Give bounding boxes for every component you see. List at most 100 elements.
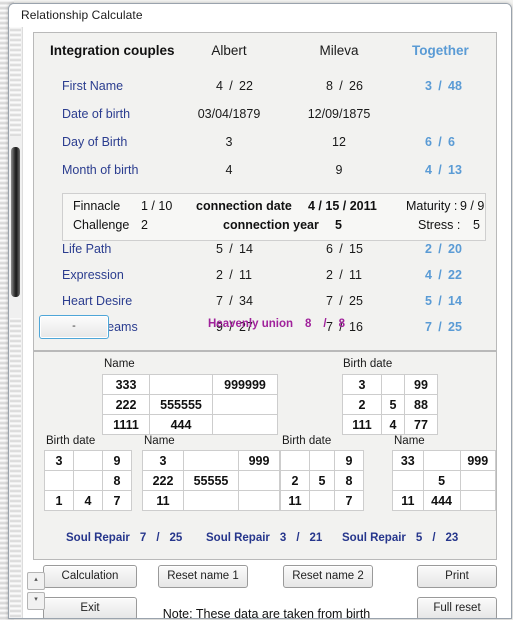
grid-cell[interactable]: 333 bbox=[102, 374, 150, 395]
minus-button[interactable]: - bbox=[39, 315, 109, 339]
grid-cell[interactable]: 3 bbox=[342, 374, 382, 395]
grid-cell[interactable] bbox=[212, 394, 278, 415]
table-row: Life Path 5/14 6/15 2/20 bbox=[34, 242, 496, 270]
grid-cell[interactable]: 2 bbox=[280, 470, 310, 491]
grid-cell[interactable]: 7 bbox=[102, 490, 132, 511]
grid-cell[interactable]: 444 bbox=[422, 490, 461, 511]
cell-together-month-of-birth: 4/13 bbox=[425, 163, 462, 177]
soul-repair-sep: / bbox=[432, 532, 436, 544]
squares-panel: Name 333 999999 222 555555 1111 444 Birt… bbox=[33, 351, 497, 560]
grid-cell[interactable] bbox=[238, 470, 280, 491]
grid-cell[interactable]: 555555 bbox=[149, 394, 213, 415]
grid-cell[interactable]: 4 bbox=[381, 414, 405, 435]
grid-cell[interactable]: 99 bbox=[404, 374, 438, 395]
grid-cell[interactable]: 8 bbox=[102, 470, 132, 491]
client-area: Integration couples Albert Mileva Togeth… bbox=[23, 27, 510, 618]
grid-cell[interactable]: 111 bbox=[342, 414, 382, 435]
grid-cell[interactable]: 999 bbox=[238, 450, 280, 471]
column-header-person2: Mileva bbox=[319, 43, 359, 58]
print-button[interactable]: Print bbox=[417, 565, 497, 588]
grid-cell[interactable]: 999999 bbox=[212, 374, 278, 395]
scrollbar-track-bottom[interactable] bbox=[10, 318, 21, 618]
grid-cell[interactable] bbox=[212, 414, 278, 435]
grid-cell[interactable]: 5 bbox=[381, 394, 405, 415]
row-label-month-of-birth: Month of birth bbox=[62, 163, 139, 177]
grid-cell[interactable]: 999 bbox=[459, 450, 496, 471]
grid-cell[interactable] bbox=[73, 450, 103, 471]
grid-cell[interactable]: 9 bbox=[334, 450, 364, 471]
grid-birth-date-1[interactable]: 3 99 2 5 88 111 4 77 bbox=[342, 374, 438, 435]
grid-cell[interactable]: 3 bbox=[142, 450, 184, 471]
grid-cell[interactable]: 11 bbox=[280, 490, 310, 511]
grid-cell[interactable]: 7 bbox=[334, 490, 364, 511]
grid-cell[interactable] bbox=[309, 450, 335, 471]
soul-repair-sep: / bbox=[156, 532, 160, 544]
grid-cell[interactable] bbox=[238, 490, 280, 511]
spinner-control[interactable]: ▴ ▾ bbox=[27, 572, 45, 610]
maturity-value: 9 / 9 bbox=[460, 199, 485, 213]
grid-cell[interactable]: 11 bbox=[142, 490, 184, 511]
spinner-up-icon[interactable]: ▴ bbox=[27, 572, 45, 590]
grid-cell[interactable]: 444 bbox=[149, 414, 213, 435]
grid-cell[interactable] bbox=[183, 490, 239, 511]
row-label-first-name: First Name bbox=[62, 79, 124, 93]
grid-cell[interactable]: 2 bbox=[342, 394, 382, 415]
connection-year-label: connection year bbox=[223, 218, 319, 232]
grid-name-1[interactable]: 333 999999 222 555555 1111 444 bbox=[102, 374, 278, 435]
grid-cell[interactable] bbox=[459, 490, 496, 511]
vertical-scrollbar[interactable] bbox=[9, 27, 23, 618]
grid-name-2[interactable]: 3 999 222 55555 11 bbox=[142, 450, 280, 511]
grid-cell[interactable]: 88 bbox=[404, 394, 438, 415]
window-title: Relationship Calculate bbox=[21, 8, 143, 22]
soul-repair-n: 7 bbox=[139, 532, 147, 544]
grid-cell[interactable] bbox=[459, 470, 496, 491]
grid-cell[interactable] bbox=[392, 470, 424, 491]
grid-name-3[interactable]: 33 999 5 11 444 bbox=[392, 450, 496, 511]
grid-cell[interactable] bbox=[73, 470, 103, 491]
grid-cell[interactable]: 1111 bbox=[102, 414, 150, 435]
grid-cell[interactable]: 4 bbox=[73, 490, 103, 511]
grid-cell[interactable] bbox=[280, 450, 310, 471]
challenge-value: 2 bbox=[141, 218, 148, 232]
grid-cell[interactable]: 77 bbox=[404, 414, 438, 435]
grid-row: 11 7 bbox=[280, 490, 364, 511]
grid-cell[interactable]: 5 bbox=[309, 470, 335, 491]
grid-cell[interactable]: 11 bbox=[392, 490, 424, 511]
grid-cell[interactable]: 3 bbox=[44, 450, 74, 471]
cell-person1-expression: 2/11 bbox=[216, 268, 252, 282]
soul-repair-1: Soul Repair 7 / 25 bbox=[66, 532, 182, 544]
grid-cell[interactable] bbox=[44, 470, 74, 491]
spinner-down-icon[interactable]: ▾ bbox=[27, 592, 45, 610]
grid-cell[interactable] bbox=[309, 490, 335, 511]
grid-row: 2 5 8 bbox=[280, 470, 364, 491]
grid-cell[interactable] bbox=[381, 374, 405, 395]
grid-cell[interactable] bbox=[183, 450, 239, 471]
grid-cell[interactable]: 9 bbox=[102, 450, 132, 471]
reset-name-1-button[interactable]: Reset name 1 bbox=[158, 565, 248, 588]
cell-together-first-name: 3/48 bbox=[425, 79, 462, 93]
heavenly-union-sep: / bbox=[323, 318, 327, 330]
grid-cell[interactable]: 5 bbox=[422, 470, 461, 491]
scrollbar-track-top[interactable] bbox=[10, 27, 21, 137]
scrollbar-thumb[interactable] bbox=[11, 147, 20, 297]
grid-cell[interactable] bbox=[149, 374, 213, 395]
grid-cell[interactable]: 222 bbox=[102, 394, 150, 415]
soul-repair-sep: / bbox=[296, 532, 300, 544]
calculation-button[interactable]: Calculation bbox=[43, 565, 137, 588]
grid-cell[interactable]: 1 bbox=[44, 490, 74, 511]
grid-row: 9 bbox=[280, 450, 364, 471]
grid-row: 11 bbox=[142, 490, 280, 511]
grid-cell[interactable]: 8 bbox=[334, 470, 364, 491]
grid-cell[interactable]: 222 bbox=[142, 470, 184, 491]
grid-cell[interactable] bbox=[422, 450, 461, 471]
grid-cell[interactable]: 33 bbox=[392, 450, 424, 471]
soul-repair-label: Soul Repair bbox=[206, 532, 270, 544]
grid-caption-name-2: Name bbox=[144, 435, 175, 447]
table-row: Expression 2/11 2/11 4/22 bbox=[34, 268, 496, 296]
grid-birth-date-3[interactable]: 9 2 5 8 11 7 bbox=[280, 450, 364, 511]
soul-repair-n: 3 bbox=[279, 532, 287, 544]
grid-birth-date-2[interactable]: 3 9 8 1 4 7 bbox=[44, 450, 132, 511]
grid-cell[interactable]: 55555 bbox=[183, 470, 239, 491]
reset-name-2-button[interactable]: Reset name 2 bbox=[283, 565, 373, 588]
finnacle-label: Finnacle bbox=[73, 199, 121, 213]
